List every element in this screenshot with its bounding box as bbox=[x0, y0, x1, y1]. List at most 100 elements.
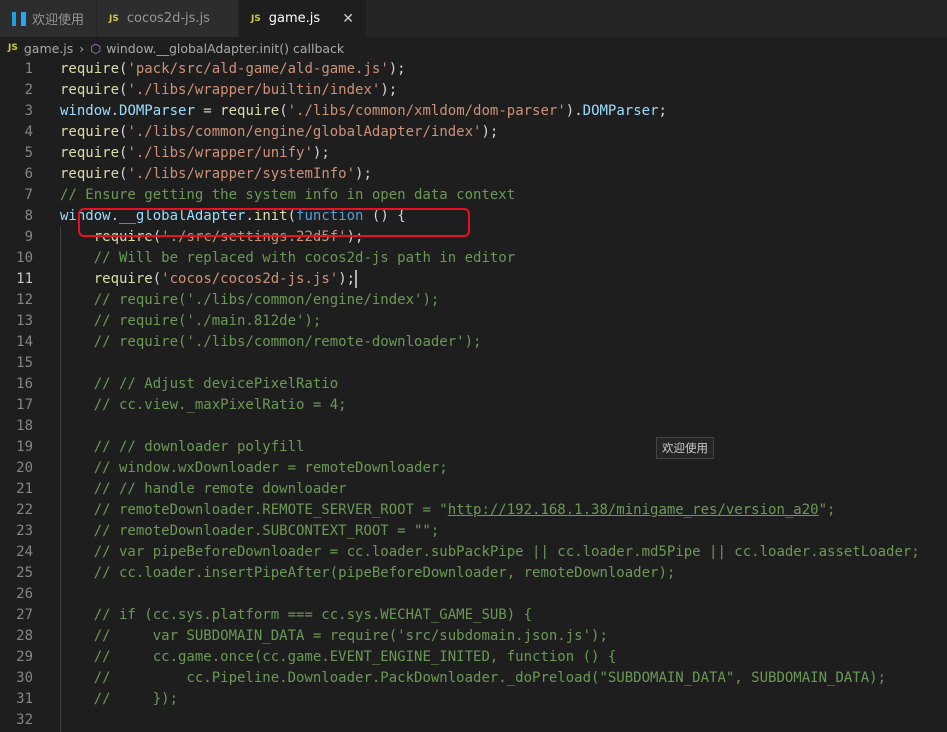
line-number: 11 bbox=[16, 271, 33, 287]
code-token: DOMParser bbox=[582, 103, 659, 119]
line-number: 7 bbox=[24, 187, 33, 203]
code-token: './libs/common/xmldom/dom-parser' bbox=[287, 103, 566, 119]
code-token: = bbox=[194, 103, 221, 119]
code-line[interactable]: 17 // cc.view._maxPixelRatio = 4; bbox=[0, 395, 947, 416]
code-line[interactable]: 6 require('./libs/wrapper/systemInfo'); bbox=[0, 164, 947, 185]
code-token: // remoteDownloader.SUBCONTEXT_ROOT = ""… bbox=[93, 523, 440, 539]
line-code: // cc.loader.insertPipeAfter(pipeBeforeD… bbox=[60, 563, 676, 584]
line-number: 2 bbox=[24, 82, 33, 98]
js-file-icon: JS bbox=[8, 43, 18, 53]
code-line[interactable]: 11 require('cocos/cocos2d-js.js'); bbox=[0, 269, 947, 290]
code-line[interactable]: 26 bbox=[0, 584, 947, 605]
code-line[interactable]: 25 // cc.loader.insertPipeAfter(pipeBefo… bbox=[0, 563, 947, 584]
code-line[interactable]: 24 // var pipeBeforeDownloader = cc.load… bbox=[0, 542, 947, 563]
code-token: './libs/common/engine/globalAdapter/inde… bbox=[127, 124, 482, 140]
breadcrumb-symbol[interactable]: window.__globalAdapter.init() callback bbox=[106, 41, 344, 56]
code-line[interactable]: 2 require('./libs/wrapper/builtin/index')… bbox=[0, 80, 947, 101]
line-number: 13 bbox=[16, 313, 33, 329]
line-number: 15 bbox=[16, 355, 33, 371]
code-token: ); bbox=[380, 82, 398, 98]
code-line[interactable]: 19 // // downloader polyfill bbox=[0, 437, 947, 458]
line-code: window.DOMParser = require('./libs/commo… bbox=[60, 101, 667, 122]
code-token: // var pipeBeforeDownloader = cc.loader.… bbox=[93, 544, 920, 560]
code-line[interactable]: 32 bbox=[0, 710, 947, 731]
code-line[interactable]: 20 // window.wxDownloader = remoteDownlo… bbox=[0, 458, 947, 479]
tooltip: 欢迎使用 bbox=[656, 437, 714, 459]
code-line[interactable]: 13 // require('./main.812de'); bbox=[0, 311, 947, 332]
tab-label: game.js bbox=[268, 11, 321, 26]
code-line[interactable]: 28 // var SUBDOMAIN_DATA = require('src/… bbox=[0, 626, 947, 647]
code-token: DOMParser bbox=[119, 103, 195, 119]
tab-game-js[interactable]: JS game.js ✕ bbox=[238, 0, 367, 37]
line-number: 18 bbox=[16, 418, 33, 434]
line-code: // remoteDownloader.SUBCONTEXT_ROOT = ""… bbox=[60, 521, 440, 542]
code-line[interactable]: 22 // remoteDownloader.REMOTE_SERVER_ROO… bbox=[0, 500, 947, 521]
line-number: 30 bbox=[16, 670, 33, 686]
tab-welcome[interactable]: 欢迎使用 bbox=[0, 0, 98, 37]
line-number: 29 bbox=[16, 649, 33, 665]
close-icon[interactable]: ✕ bbox=[342, 11, 354, 27]
tab-cocos2d-js[interactable]: JS cocos2d-js.js bbox=[97, 0, 239, 37]
code-token: './libs/wrapper/unify' bbox=[127, 145, 313, 161]
line-number: 25 bbox=[16, 565, 33, 581]
line-code: // require('./main.812de'); bbox=[60, 311, 322, 332]
code-line[interactable]: 31 // }); bbox=[0, 689, 947, 710]
line-number: 17 bbox=[16, 397, 33, 413]
line-number: 27 bbox=[16, 607, 33, 623]
breadcrumb-file[interactable]: game.js bbox=[24, 41, 73, 56]
line-number: 24 bbox=[16, 544, 33, 560]
line-code: // if (cc.sys.platform === cc.sys.WECHAT… bbox=[60, 605, 532, 626]
code-token: // require('./main.812de'); bbox=[93, 313, 322, 329]
js-file-icon: JS bbox=[250, 13, 261, 24]
code-line[interactable]: 4 require('./libs/common/engine/globalAda… bbox=[0, 122, 947, 143]
line-code: // cc.Pipeline.Downloader.PackDownloader… bbox=[60, 668, 886, 689]
code-line[interactable]: 23 // remoteDownloader.SUBCONTEXT_ROOT =… bbox=[0, 521, 947, 542]
line-code: require('./libs/common/engine/globalAdap… bbox=[60, 122, 498, 143]
code-link[interactable]: http://192.168.1.38/minigame_res/version… bbox=[448, 502, 819, 518]
code-token: require bbox=[60, 166, 120, 182]
code-line[interactable]: 7 // Ensure getting the system info in op… bbox=[0, 185, 947, 206]
code-line[interactable]: 3 window.DOMParser = require('./libs/comm… bbox=[0, 101, 947, 122]
code-token: ). bbox=[565, 103, 583, 119]
line-code: // remoteDownloader.REMOTE_SERVER_ROOT =… bbox=[60, 500, 836, 521]
code-line[interactable]: 16 // // Adjust devicePixelRatio bbox=[0, 374, 947, 395]
code-line[interactable]: 27 // if (cc.sys.platform === cc.sys.WEC… bbox=[0, 605, 947, 626]
line-number: 5 bbox=[24, 145, 33, 161]
code-token: ; bbox=[658, 103, 667, 119]
line-code: // }); bbox=[60, 689, 178, 710]
code-token: './libs/wrapper/builtin/index' bbox=[127, 82, 381, 98]
line-number: 22 bbox=[16, 502, 33, 518]
vscode-logo-icon bbox=[12, 11, 26, 26]
code-editor[interactable]: 1 require('pack/src/ald-game/ald-game.js'… bbox=[0, 59, 947, 732]
code-line[interactable]: 14 // require('./libs/common/remote-down… bbox=[0, 332, 947, 353]
code-line[interactable]: 30 // cc.Pipeline.Downloader.PackDownloa… bbox=[0, 668, 947, 689]
code-token: // Ensure getting the system info in ope… bbox=[60, 187, 516, 203]
line-number: 21 bbox=[16, 481, 33, 497]
code-line[interactable]: 18 bbox=[0, 416, 947, 437]
code-line[interactable]: 5 require('./libs/wrapper/unify'); bbox=[0, 143, 947, 164]
code-token: ( bbox=[279, 103, 288, 119]
code-token: ); bbox=[388, 61, 406, 77]
code-token: // require('./libs/common/engine/index')… bbox=[93, 292, 440, 308]
code-line[interactable]: 1 require('pack/src/ald-game/ald-game.js'… bbox=[0, 59, 947, 80]
code-token: 'pack/src/ald-game/ald-game.js' bbox=[127, 61, 389, 77]
code-line[interactable]: 15 bbox=[0, 353, 947, 374]
line-number: 3 bbox=[24, 103, 33, 119]
code-line[interactable]: 10 // Will be replaced with cocos2d-js p… bbox=[0, 248, 947, 269]
chevron-right-icon: › bbox=[79, 40, 85, 56]
line-number: 10 bbox=[16, 250, 33, 266]
code-token: require bbox=[60, 82, 120, 98]
code-line[interactable]: 12 // require('./libs/common/engine/inde… bbox=[0, 290, 947, 311]
code-line[interactable]: 29 // cc.game.once(cc.game.EVENT_ENGINE_… bbox=[0, 647, 947, 668]
code-token: ); bbox=[355, 166, 372, 182]
code-line[interactable]: 21 // // handle remote downloader bbox=[0, 479, 947, 500]
code-token: // cc.game.once(cc.game.EVENT_ENGINE_INI… bbox=[93, 649, 617, 665]
code-token: // if (cc.sys.platform === cc.sys.WECHAT… bbox=[93, 607, 533, 623]
line-code: require('./libs/wrapper/unify'); bbox=[60, 143, 330, 164]
tab-label: cocos2d-js.js bbox=[126, 11, 210, 26]
